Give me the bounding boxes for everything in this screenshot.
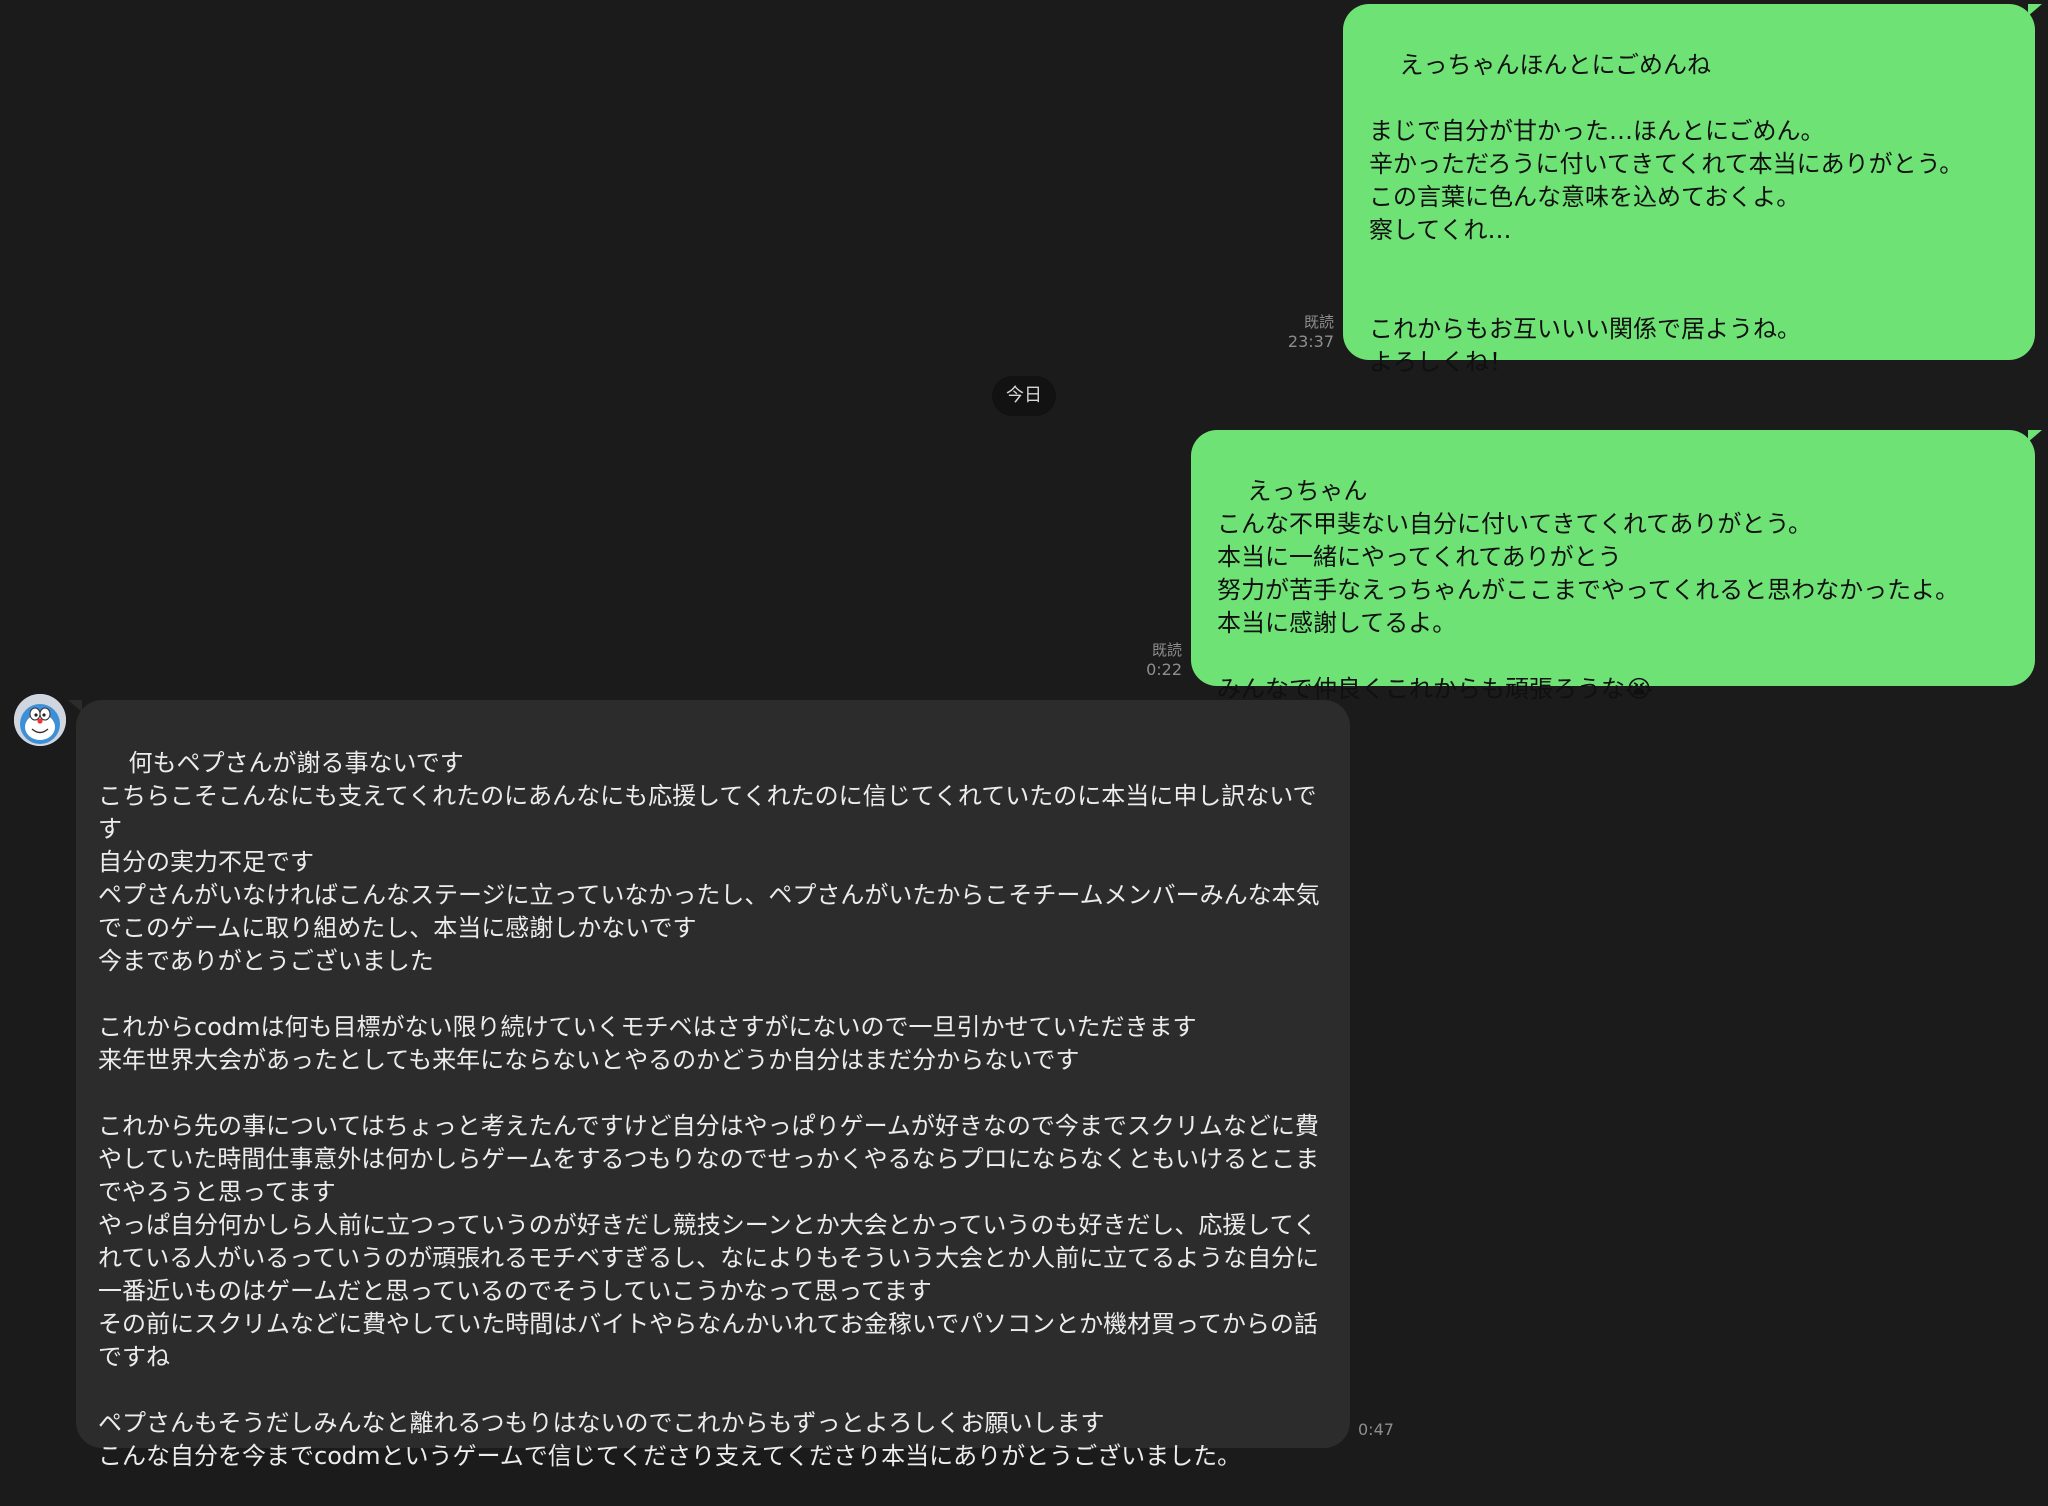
- message-text: 何もペプさんが謝る事ないです こちらこそこんなにも支えてくれたのにあんなにも応援…: [98, 749, 1320, 1470]
- message-text: えっちゃん こんな不甲斐ない自分に付いてきてくれてありがとう。 本当に一緒にやっ…: [1217, 477, 1960, 703]
- doraemon-avatar-icon[interactable]: [14, 694, 66, 746]
- read-receipt: 既読: [1151, 641, 1182, 659]
- message-meta: 既読 0:22: [1146, 640, 1182, 680]
- message-bubble-outgoing[interactable]: えっちゃん こんな不甲斐ない自分に付いてきてくれてありがとう。 本当に一緒にやっ…: [1191, 430, 2042, 703]
- message-bubble-outgoing[interactable]: えっちゃんほんとにごめんね まじで自分が甘かった…ほんとにごめん。 辛かっただろ…: [1343, 4, 2042, 376]
- message-text: えっちゃんほんとにごめんね まじで自分が甘かった…ほんとにごめん。 辛かっただろ…: [1369, 51, 1964, 376]
- message-time: 0:47: [1358, 1420, 1394, 1439]
- read-receipt: 既読: [1303, 313, 1334, 331]
- message-meta: 0:47: [1358, 1420, 1394, 1440]
- message-time: 0:22: [1146, 660, 1182, 679]
- message-time: 23:37: [1287, 332, 1334, 351]
- chat-thread[interactable]: 既読 23:37 えっちゃんほんとにごめんね まじで自分が甘かった…ほんとにごめ…: [0, 0, 2048, 1470]
- message-meta: 既読 23:37: [1288, 312, 1334, 352]
- message-bubble-incoming[interactable]: 何もペプさんが謝る事ないです こちらこそこんなにも支えてくれたのにあんなにも応援…: [68, 700, 1350, 1470]
- date-separator: 今日: [992, 376, 1056, 416]
